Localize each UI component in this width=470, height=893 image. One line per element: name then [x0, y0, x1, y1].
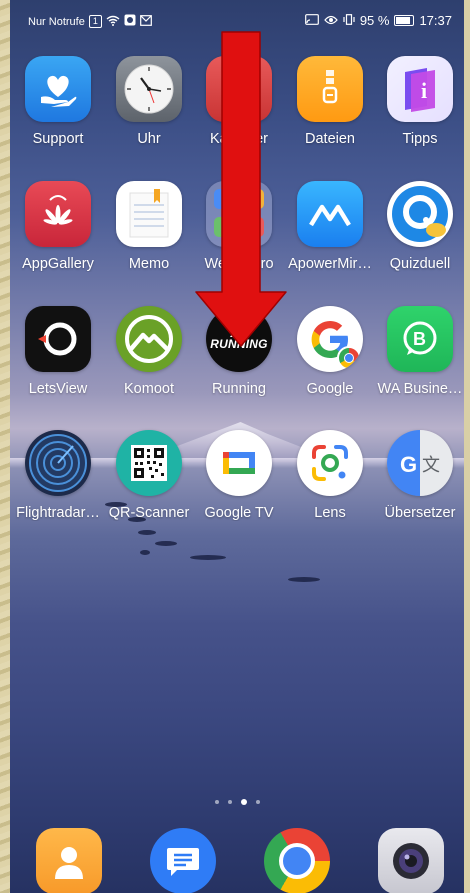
wallpaper-stone: [140, 550, 150, 555]
app-qr-scanner[interactable]: QR-Scanner: [104, 430, 194, 521]
app-lens[interactable]: Lens: [285, 430, 375, 521]
svg-text:G: G: [400, 452, 417, 477]
clock-time: 17:37: [419, 13, 452, 28]
whatsapp-business-icon: B: [387, 306, 453, 372]
svg-text:i: i: [421, 78, 427, 103]
heart-hand-icon: [25, 56, 91, 122]
app-uhr[interactable]: Uhr: [104, 56, 194, 147]
notepad-icon: [116, 181, 182, 247]
record-icon: [124, 14, 136, 29]
app-label: Kalender: [209, 131, 269, 147]
app-google[interactable]: Google: [285, 306, 375, 397]
app-label: Lens: [314, 505, 346, 521]
mail-icon: [139, 14, 152, 29]
app-label: Übersetzer: [384, 505, 456, 521]
huawei-bag-icon: [25, 181, 91, 247]
chrome-icon: [264, 828, 330, 893]
app-wetter[interactable]: Wetter Pro: [194, 181, 284, 272]
page-dot-active[interactable]: [240, 799, 247, 805]
google-tv-icon: [206, 430, 272, 496]
dock-camera[interactable]: [378, 828, 444, 893]
google-lens-icon: [297, 430, 363, 496]
page-dot[interactable]: [214, 800, 219, 804]
messages-icon: [150, 828, 216, 893]
app-appgallery[interactable]: AppGallery: [13, 181, 103, 272]
quiz-icon: [387, 181, 453, 247]
qr-code-icon: [116, 430, 182, 496]
wallpaper-stone: [190, 555, 226, 560]
tips-icon: i: [387, 56, 453, 122]
app-label: Memo: [128, 256, 170, 272]
app-apowermirror[interactable]: ApowerMir…: [285, 181, 375, 272]
app-uebersetzer[interactable]: G 文 Übersetzer: [375, 430, 464, 521]
wallpaper-stone: [155, 541, 177, 546]
page-dot[interactable]: [227, 800, 232, 804]
weather-folder-icon: [206, 181, 272, 247]
app-running[interactable]: RUNNING Running: [194, 306, 284, 397]
app-label: Komoot: [124, 381, 174, 397]
translate-icon: G 文: [387, 430, 453, 496]
eye-icon: [324, 13, 338, 28]
contacts-icon: [36, 828, 102, 893]
app-label: Google TV: [204, 505, 274, 521]
dock-chrome[interactable]: [264, 828, 330, 893]
carrier-text: Nur Notrufe: [28, 15, 85, 28]
app-flightradar[interactable]: Flightradar…: [13, 430, 103, 521]
chrome-badge-icon: [337, 346, 361, 370]
dock-contacts[interactable]: [36, 828, 102, 893]
wallpaper-stone: [138, 530, 156, 535]
app-memo[interactable]: Memo: [104, 181, 194, 272]
app-label: Support: [32, 131, 84, 147]
google-icon: [297, 306, 363, 372]
app-tipps[interactable]: i Tipps: [375, 56, 464, 147]
wifi-icon: [106, 15, 120, 29]
app-label: WA Busine…: [377, 381, 463, 397]
adidas-stripes-icon: [230, 328, 249, 337]
komoot-icon: [116, 306, 182, 372]
app-label: Running: [211, 381, 266, 397]
cast-icon: [304, 13, 319, 28]
app-label: Wetter Pro: [204, 256, 274, 272]
calendar-icon: [206, 56, 272, 122]
running-badge-text: RUNNING: [210, 337, 268, 351]
dock-messages[interactable]: [150, 828, 216, 893]
battery-icon: [394, 15, 415, 26]
folder-icon: [297, 56, 363, 122]
apowermirror-icon: [297, 181, 363, 247]
app-letsview[interactable]: LetsView: [13, 306, 103, 397]
letsview-icon: [25, 306, 91, 372]
home-screen: Nur Notrufe 1 95 % 17:37 Support Uhr Kal…: [10, 0, 464, 893]
app-support[interactable]: Support: [13, 56, 103, 147]
app-wa-business[interactable]: B WA Busine…: [375, 306, 464, 397]
app-label: Uhr: [137, 131, 161, 147]
page-indicator[interactable]: [10, 799, 464, 805]
vibrate-icon: [343, 13, 355, 28]
app-label: QR-Scanner: [108, 505, 190, 521]
sim-icon: 1: [88, 15, 102, 28]
app-quizduell[interactable]: Quizduell: [375, 181, 464, 272]
app-label: Flightradar…: [16, 505, 100, 521]
clock-icon: [116, 56, 182, 122]
app-komoot[interactable]: Komoot: [104, 306, 194, 397]
wallpaper-stone: [288, 577, 320, 582]
flightradar-icon: [25, 430, 91, 496]
app-dateien[interactable]: Dateien: [285, 56, 375, 147]
app-kalender[interactable]: Kalender: [194, 56, 284, 147]
svg-text:B: B: [413, 329, 426, 349]
app-label: ApowerMir…: [288, 256, 372, 272]
app-label: AppGallery: [22, 256, 94, 272]
app-google-tv[interactable]: Google TV: [194, 430, 284, 521]
battery-percent: 95 %: [359, 13, 390, 28]
app-label: Quizduell: [389, 256, 451, 272]
app-label: Tipps: [402, 131, 438, 147]
svg-text:文: 文: [422, 455, 440, 476]
camera-icon: [378, 828, 444, 893]
page-dot[interactable]: [255, 800, 260, 804]
app-label: Dateien: [305, 131, 355, 147]
app-label: LetsView: [28, 381, 88, 397]
app-label: Google: [306, 381, 354, 397]
adidas-running-icon: RUNNING: [206, 306, 272, 372]
status-bar: Nur Notrufe 1 95 % 17:37: [10, 0, 464, 34]
